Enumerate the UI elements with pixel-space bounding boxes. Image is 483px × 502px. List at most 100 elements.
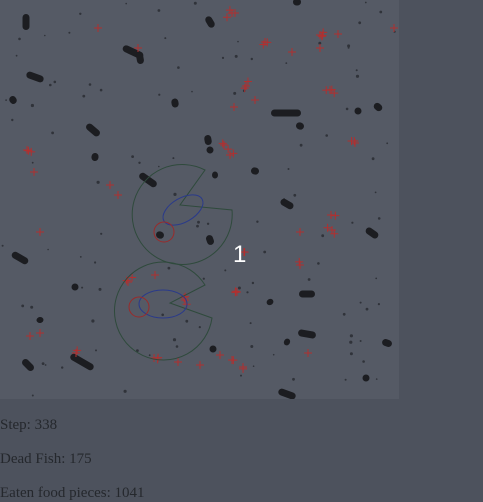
food-piece [36, 228, 44, 236]
food-piece [330, 229, 339, 238]
particle [375, 378, 378, 380]
fish-vision-cone [114, 261, 213, 361]
particle [44, 34, 46, 37]
particle [364, 1, 367, 4]
poison-blob [91, 153, 99, 161]
particle [81, 286, 84, 289]
particle [157, 9, 161, 12]
food-piece [242, 82, 250, 90]
particle [91, 319, 95, 323]
particle [250, 345, 254, 348]
particle [21, 304, 25, 308]
particle [355, 74, 360, 78]
particle [193, 1, 197, 5]
particle [94, 261, 97, 264]
particle [375, 277, 378, 280]
particle [173, 192, 177, 196]
poison-blob [283, 338, 291, 346]
food-piece [114, 191, 122, 199]
particle [44, 364, 47, 366]
particle [251, 281, 255, 285]
food-piece [251, 96, 259, 104]
particle [5, 99, 7, 101]
particle [237, 40, 239, 43]
particle [377, 303, 380, 306]
particle [224, 269, 227, 272]
particle [256, 220, 259, 223]
fish-2 [114, 261, 213, 361]
food-piece [322, 86, 331, 95]
poison-blob [22, 14, 30, 30]
poison-blob [298, 329, 316, 339]
poison-blob [382, 338, 392, 348]
particle [292, 377, 295, 381]
food-piece [323, 223, 332, 232]
poison-blob [86, 123, 100, 137]
particle [61, 366, 64, 369]
poison-blob [293, 0, 301, 6]
poison-blob [71, 283, 79, 291]
particle [125, 2, 127, 5]
food-piece [390, 24, 398, 32]
particle [344, 378, 347, 381]
fish-mouth-circle [153, 221, 175, 243]
particle [234, 54, 238, 58]
particle [386, 142, 389, 145]
fish-sense-ellipse [162, 194, 204, 226]
particle [374, 191, 377, 194]
food-piece [30, 168, 38, 176]
dead-fish-counter: Dead Fish: 175 [0, 451, 92, 467]
particle [359, 301, 362, 304]
particle [11, 118, 14, 122]
particle [221, 56, 225, 60]
particle [30, 103, 34, 108]
particle [359, 340, 362, 342]
particle [99, 88, 103, 92]
particle [317, 262, 320, 265]
particle [377, 217, 381, 220]
particle [191, 90, 193, 93]
particle-layer [1, 1, 396, 397]
particle [249, 322, 252, 325]
simulation-canvas: 1 [0, 0, 399, 399]
food-piece [328, 226, 336, 234]
food-piece [231, 288, 240, 297]
particle [167, 266, 171, 270]
particle [196, 224, 199, 228]
particle [131, 155, 135, 159]
particle [272, 353, 275, 356]
particle [148, 354, 151, 357]
food-piece [351, 139, 359, 147]
particle [49, 83, 52, 87]
poison-blob [22, 359, 34, 371]
particle [82, 94, 86, 98]
particle [198, 326, 201, 329]
particle [164, 37, 167, 40]
food-piece [216, 351, 224, 359]
food-piece [331, 211, 340, 220]
particle [161, 313, 164, 317]
particle [185, 319, 189, 323]
particle [250, 57, 253, 61]
poison-blob [373, 102, 383, 112]
particle [172, 157, 175, 160]
particle [263, 250, 267, 254]
particle [307, 278, 311, 281]
food-piece [317, 32, 326, 41]
food-piece [23, 146, 31, 154]
poison-layer [9, 0, 392, 399]
particle [355, 69, 358, 72]
poison-blob [136, 52, 144, 64]
particle [365, 307, 369, 311]
particle [18, 37, 21, 41]
poison-blob [212, 171, 218, 179]
food-piece [174, 358, 182, 366]
particle [95, 349, 97, 352]
food-piece [334, 30, 342, 38]
particle [138, 161, 141, 164]
poison-blob [26, 71, 44, 83]
food-piece [36, 329, 44, 337]
fish-id-label: 1 [233, 241, 246, 268]
food-piece [94, 24, 102, 32]
poison-blob [296, 122, 304, 130]
